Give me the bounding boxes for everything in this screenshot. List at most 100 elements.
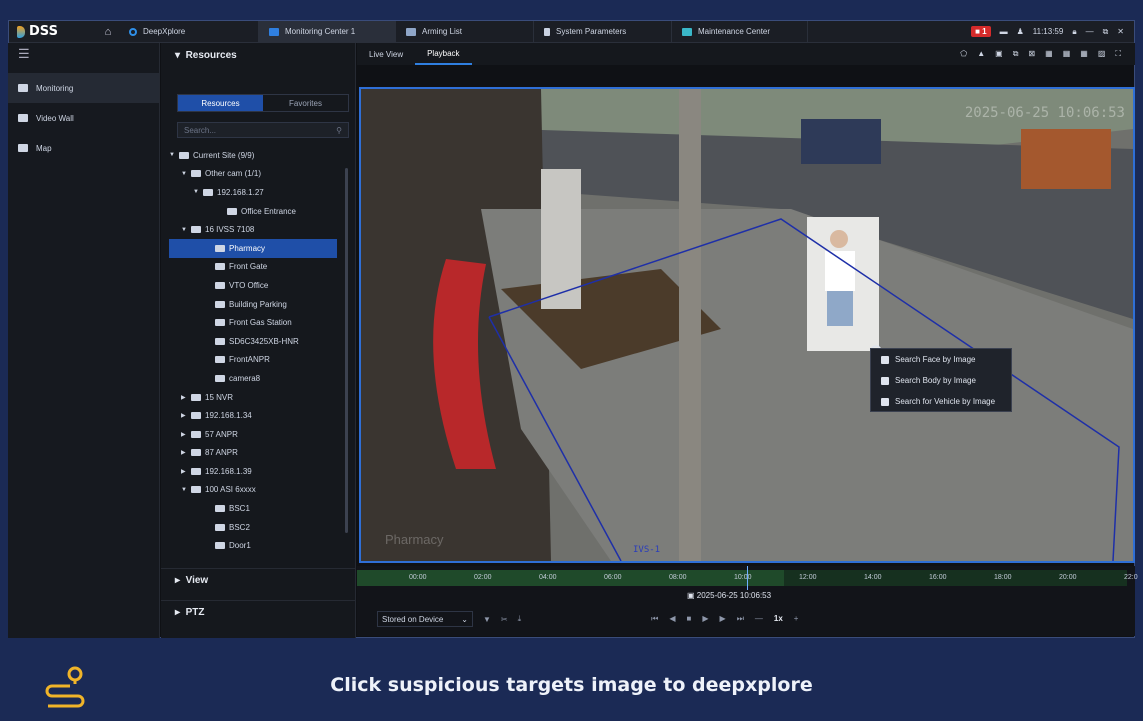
tree-item[interactable]: Building Parking (169, 295, 337, 314)
image-icon[interactable]: ▨ (1098, 49, 1106, 59)
tree-item[interactable]: BSC2 (169, 518, 337, 537)
tree-item[interactable]: ▼ Current Site (9/9) (169, 146, 337, 165)
timeline-tick-label: 02:00 (474, 574, 492, 581)
video-player[interactable]: 2025-06-25 10:06:53 Pharmacy IVS-1 (359, 87, 1135, 563)
device-icon (191, 486, 201, 494)
tree-item[interactable]: ▶ 192.168.1.39 (169, 462, 337, 481)
tab-live-view[interactable]: Live View (357, 43, 415, 65)
view-panel-toggle[interactable]: ▸ View (161, 568, 356, 592)
tree-item-label: 57 ANPR (205, 429, 238, 439)
tree-item[interactable]: ▼ 100 ASI 6xxxx (169, 481, 337, 500)
caret-icon[interactable]: ▶ (181, 412, 191, 419)
caret-icon[interactable]: ▼ (181, 227, 191, 233)
caret-icon[interactable]: ▶ (181, 394, 191, 401)
camera-scene (361, 89, 1133, 561)
ptz-panel-toggle[interactable]: ▸ PTZ (161, 600, 356, 624)
tree-item-label: SD6C3425XB-HNR (229, 336, 299, 346)
tree-item[interactable]: BSC1 (169, 499, 337, 518)
chevron-down-icon: ⌄ (461, 614, 468, 624)
menu-search-vehicle[interactable]: Search for Vehicle by Image (871, 391, 1011, 412)
nav-monitoring[interactable]: Monitoring (8, 73, 159, 103)
tree-item[interactable]: ▶ 87 ANPR (169, 444, 337, 463)
tree-item[interactable]: ▶ 57 ANPR (169, 425, 337, 444)
device-icon (227, 207, 237, 215)
tree-item-label: Building Parking (229, 299, 287, 309)
search-input[interactable]: Search... (184, 126, 216, 135)
timeline-tick-label: 08:00 (669, 574, 687, 581)
menu-search-body[interactable]: Search Body by Image (871, 370, 1011, 391)
menu-icon[interactable]: ☰ (8, 43, 159, 65)
timeline-tick-label: 20:00 (1059, 574, 1077, 581)
storage-dropdown[interactable]: Stored on Device ⌄ (377, 611, 473, 627)
layout-9-icon[interactable]: ▦ (1080, 49, 1088, 59)
layout-4-icon[interactable]: ▦ (1063, 49, 1071, 59)
tree-item[interactable]: Front Gate (169, 258, 337, 277)
playback-timeline[interactable]: 00:00 02:00 04:00 06:00 08:00 10:00 12:00 14:00… (357, 566, 1138, 636)
tree-item-label: 192.168.1.27 (217, 187, 264, 197)
cut-icon[interactable]: ✂ (501, 615, 508, 624)
caret-icon[interactable]: ▶ (181, 431, 191, 438)
video-tab-bar: Live View Playback ⬠ ▲ ▣ ⧉ ⊠ ▦ ▦ ▦ ▨ ⛶ (357, 43, 1135, 65)
caret-icon[interactable]: ▶ (181, 449, 191, 456)
caret-icon[interactable]: ▼ (181, 171, 191, 177)
tab-resources[interactable]: Resources (178, 95, 263, 111)
next-frame-icon[interactable]: ⏭ (737, 614, 744, 624)
device-icon (191, 430, 201, 438)
tree-item-label: Office Entrance (241, 206, 296, 216)
tree-item[interactable]: ▼ 192.168.1.27 (169, 183, 337, 202)
prev-frame-icon[interactable]: ⏮ (651, 614, 658, 624)
resources-header[interactable]: ▾ Resources (161, 43, 355, 67)
tree-item[interactable]: Door1 (169, 536, 337, 555)
caret-icon[interactable]: ▶ (181, 468, 191, 475)
nav-video-wall[interactable]: Video Wall (8, 103, 159, 133)
alarm-icon[interactable]: ▲ (977, 49, 985, 59)
device-icon (215, 300, 225, 308)
timeline-cursor[interactable] (747, 566, 748, 590)
tree-item[interactable]: ▼ Other cam (1/1) (169, 165, 337, 184)
device-icon (191, 393, 201, 401)
tree-item[interactable]: SD6C3425XB-HNR (169, 332, 337, 351)
download-icon[interactable]: ⤓ (518, 614, 522, 624)
step-back-icon[interactable]: ◀ (669, 614, 675, 624)
slower-icon[interactable]: — (755, 614, 763, 624)
device-icon (215, 319, 225, 327)
step-forward-icon[interactable]: ▶ (720, 614, 726, 624)
tree-item-label: Front Gate (229, 262, 268, 272)
tab-favorites[interactable]: Favorites (263, 95, 348, 111)
menu-search-face[interactable]: Search Face by Image (871, 349, 1011, 370)
window-icon[interactable]: ⧉ (1013, 49, 1019, 59)
device-icon (191, 170, 201, 178)
device-icon (215, 374, 225, 382)
tree-item[interactable]: Pharmacy (169, 238, 337, 258)
tree-scrollbar[interactable] (345, 168, 348, 533)
stop-icon[interactable]: ■ (687, 614, 692, 624)
search-icon[interactable]: ⚲ (336, 126, 342, 135)
layout-2-icon[interactable]: ▦ (1045, 49, 1053, 59)
tree-item[interactable]: ▶ 192.168.1.34 (169, 406, 337, 425)
resource-search[interactable]: Search... ⚲ (177, 122, 349, 138)
caret-icon[interactable]: ▼ (181, 487, 191, 493)
tree-item[interactable]: camera8 (169, 369, 337, 388)
fullscreen-icon[interactable]: ⛶ (1115, 49, 1121, 59)
map-icon (18, 144, 28, 152)
tree-item[interactable]: FrontANPR (169, 351, 337, 370)
faster-icon[interactable]: + (794, 614, 799, 624)
snapshot-icon[interactable]: ⊠ (1028, 49, 1035, 59)
tree-item[interactable]: Front Gas Station (169, 313, 337, 332)
device-icon (191, 412, 201, 420)
tree-item[interactable]: Office Entrance (169, 202, 337, 221)
nav-map[interactable]: Map (8, 133, 159, 163)
filter-icon[interactable]: ▼ (483, 615, 491, 624)
save-icon[interactable]: ▣ (995, 49, 1003, 59)
tree-item-label: camera8 (229, 373, 261, 383)
tree-item[interactable]: VTO Office (169, 276, 337, 295)
caret-icon[interactable]: ▼ (193, 189, 203, 195)
tree-item[interactable]: ▶ 15 NVR (169, 388, 337, 407)
caret-icon[interactable]: ▼ (169, 152, 179, 158)
left-navigation: ☰ Monitoring Video Wall Map (8, 43, 160, 638)
pin-icon[interactable]: ⬠ (960, 49, 967, 59)
monitoring-icon (18, 84, 28, 92)
tab-playback[interactable]: Playback (415, 43, 472, 65)
tree-item[interactable]: ▼ 16 IVSS 7108 (169, 220, 337, 239)
play-icon[interactable]: ▶ (702, 614, 708, 624)
